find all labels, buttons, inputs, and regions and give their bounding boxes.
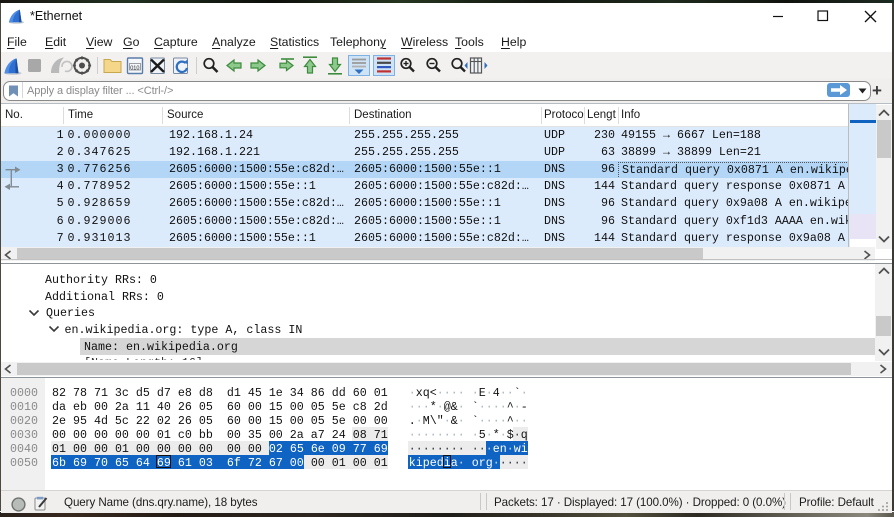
svg-text:010: 010	[130, 65, 139, 71]
